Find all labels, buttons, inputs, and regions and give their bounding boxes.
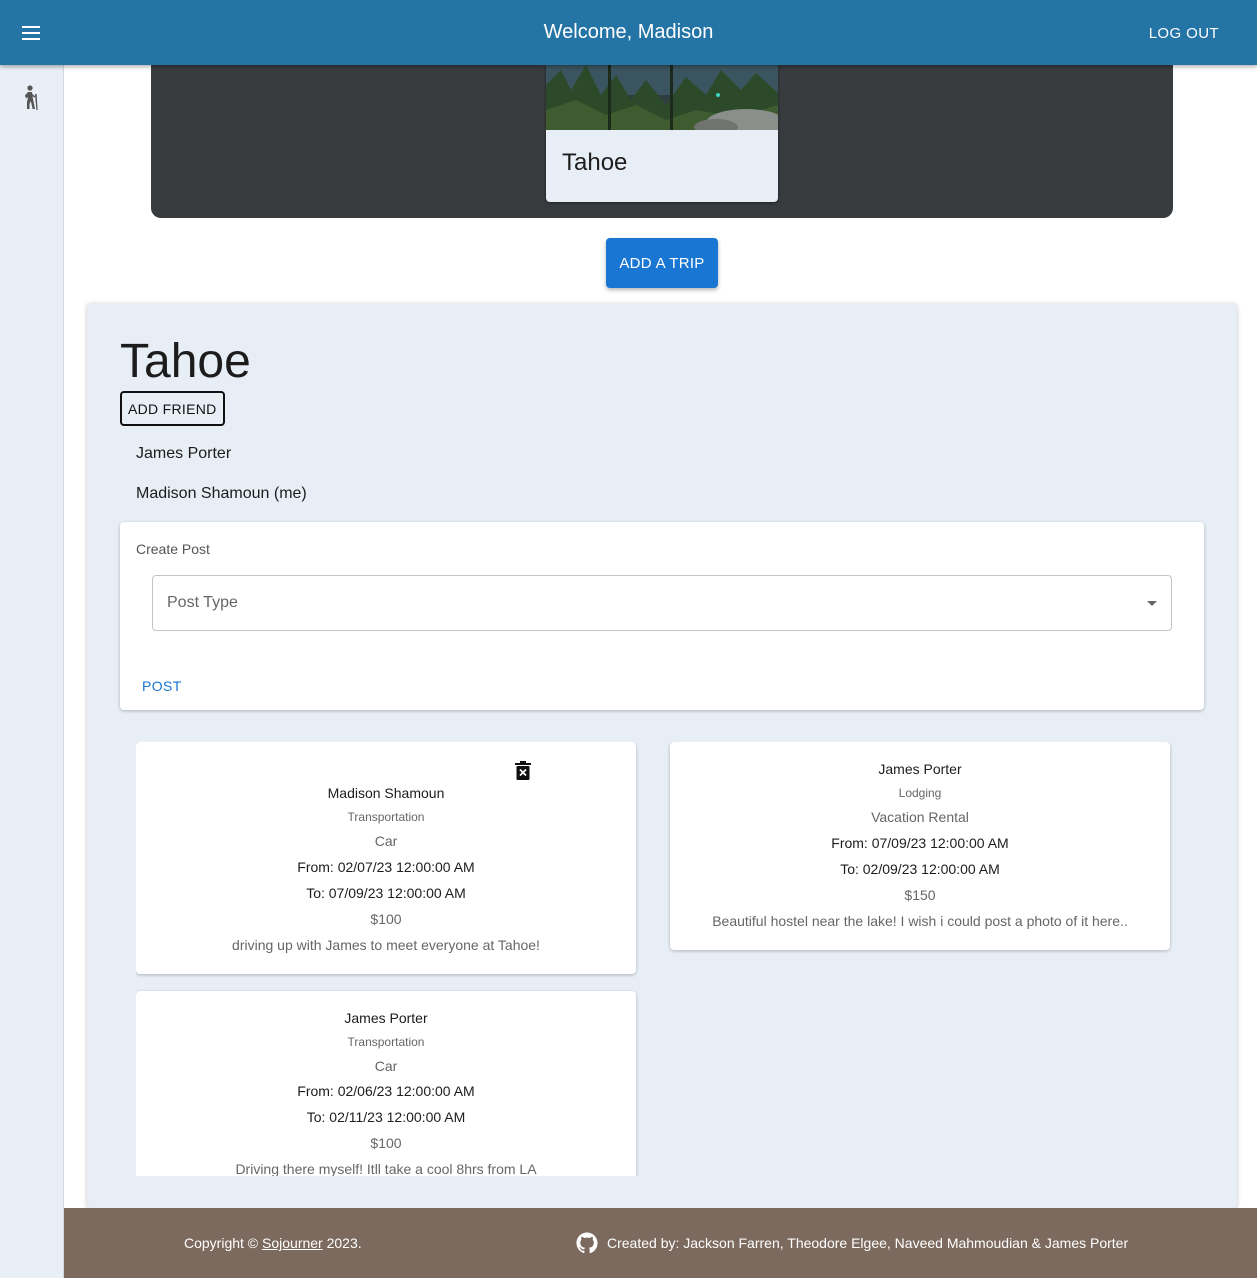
add-trip-button[interactable]: ADD A TRIP [606,238,718,288]
post-from-date: From: 02/06/23 12:00:00 AM [297,1083,475,1099]
post-card: James Porter Lodging Vacation Rental Fro… [670,742,1170,950]
post-type-placeholder: Post Type [167,594,238,611]
trips-carousel: Tahoe [151,65,1173,218]
post-type-select[interactable]: Post Type [152,575,1172,631]
post-type: Transportation [347,810,425,824]
trip-detail-panel: Tahoe ADD FRIEND James Porter Madison Sh… [87,303,1237,1208]
credits: Created by: Jackson Farren, Theodore Elg… [576,1232,1128,1254]
hiking-icon[interactable] [20,85,42,111]
post-price: $150 [904,887,936,903]
create-post-label: Create Post [136,541,210,557]
post-description: Driving there myself! Itll take a cool 8… [235,1161,537,1176]
copyright: Copyright © Sojourner 2023. [184,1235,362,1251]
post-author: Madison Shamoun [327,785,445,801]
post-author: James Porter [878,761,962,777]
post-to-date: To: 02/09/23 12:00:00 AM [840,861,1000,877]
post-card: Madison Shamoun Transportation Car From:… [136,742,636,974]
app-bar: Welcome, Madison LOG OUT [0,0,1257,65]
post-to-date: To: 02/11/23 12:00:00 AM [306,1109,466,1125]
trip-title: Tahoe [120,335,251,388]
post-price: $100 [370,1135,402,1151]
page-title: Welcome, Madison [543,21,714,43]
post-type: Lodging [898,786,942,800]
create-post-card: Create Post Post Type POST [120,522,1204,710]
github-icon[interactable] [576,1232,598,1254]
post-from-date: From: 07/09/23 12:00:00 AM [831,835,1009,851]
logout-button[interactable]: LOG OUT [1149,25,1219,42]
post-subtype: Car [374,1058,398,1074]
trip-image [546,65,778,130]
post-description: driving up with James to meet everyone a… [232,937,540,953]
post-from-date: From: 02/07/23 12:00:00 AM [297,859,475,875]
side-navigation [0,65,64,1278]
posts-grid[interactable]: Madison Shamoun Transportation Car From:… [136,742,1196,1176]
delete-icon[interactable] [515,761,531,780]
post-subtype: Vacation Rental [871,809,969,825]
dropdown-arrow-icon [1147,601,1157,606]
post-price: $100 [370,911,402,927]
copyright-prefix: Copyright © [184,1235,259,1251]
post-subtype: Car [374,833,398,849]
post-type: Transportation [347,1035,425,1049]
friend-list-item: James Porter [136,445,232,462]
friend-list-item: Madison Shamoun (me) [136,485,307,502]
post-to-date: To: 07/09/23 12:00:00 AM [306,885,466,901]
add-friend-button[interactable]: ADD FRIEND [120,391,225,426]
trip-card[interactable]: Tahoe [546,65,778,202]
footer: Copyright © Sojourner 2023. Created by: … [64,1208,1257,1278]
post-author: James Porter [344,1010,428,1026]
brand-link[interactable]: Sojourner [262,1235,323,1251]
post-description: Beautiful hostel near the lake! I wish i… [712,913,1128,929]
credits-text: Created by: Jackson Farren, Theodore Elg… [607,1235,1129,1251]
post-card: James Porter Transportation Car From: 02… [136,991,636,1176]
trip-card-title: Tahoe [562,149,628,176]
post-button[interactable]: POST [134,674,190,698]
copyright-year: 2023. [326,1235,362,1251]
